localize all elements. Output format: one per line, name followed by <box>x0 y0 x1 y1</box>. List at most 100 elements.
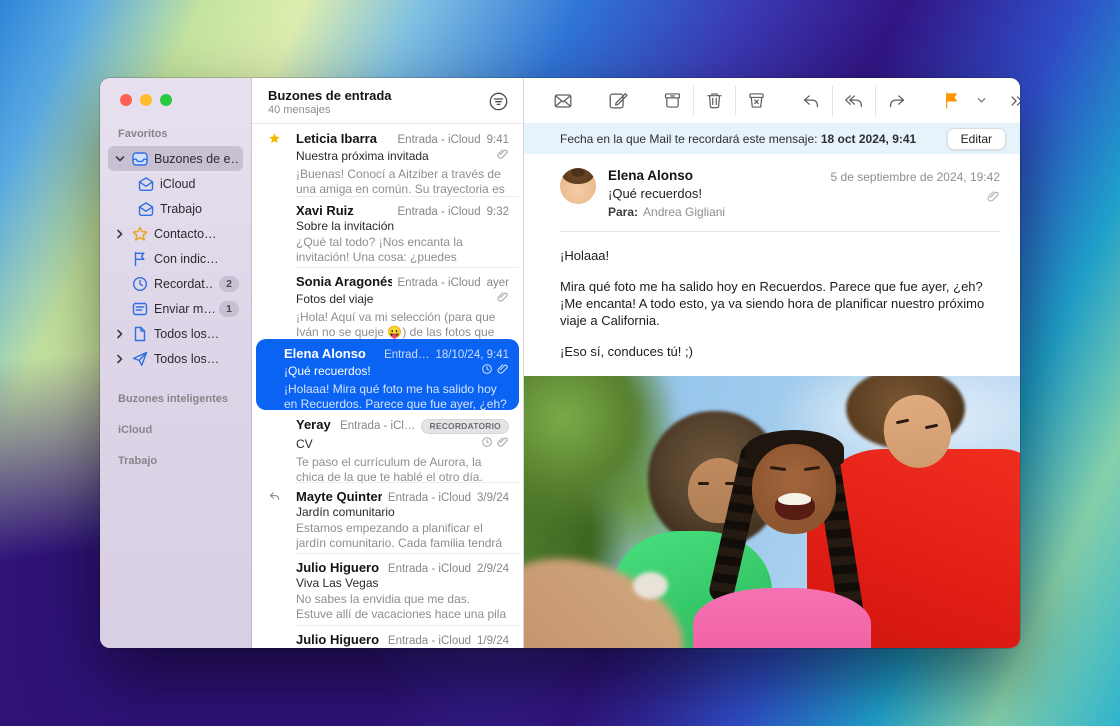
sidebar-item-label: Todos los… <box>154 352 239 366</box>
mailbox-label: Entrada - iCloud <box>388 492 471 504</box>
sidebar-item-label: iCloud <box>160 177 239 191</box>
sidebar-item-inboxes[interactable]: Buzones de e… <box>108 146 243 171</box>
sidebar-item-label: Buzones de e… <box>154 152 239 166</box>
reminder-date: 18 oct 2024, 9:41 <box>821 132 916 146</box>
close-window-button[interactable] <box>120 94 132 106</box>
chevron-right-icon[interactable] <box>114 354 125 364</box>
chevron-right-icon[interactable] <box>114 329 125 339</box>
message-subject: Fotos del viaje <box>296 292 493 306</box>
sidebar-item-label: Recordat… <box>154 277 214 291</box>
icloud-section-header[interactable]: iCloud <box>100 424 251 438</box>
photo-attachment[interactable] <box>524 376 1020 648</box>
compose-button[interactable] <box>597 86 639 116</box>
trash-button[interactable] <box>693 86 735 115</box>
sidebar-item-work-inbox[interactable]: Trabajo <box>108 196 243 221</box>
junk-button[interactable] <box>735 86 777 115</box>
paperclip-icon[interactable] <box>831 190 1000 203</box>
message-count: 40 mensajes <box>268 104 488 116</box>
send-later-icon <box>130 300 149 318</box>
envelope-open-icon <box>136 200 155 218</box>
sidebar-item-send-later[interactable]: Enviar m… 1 <box>108 296 243 321</box>
paperclip-icon <box>497 362 509 380</box>
smart-mailboxes-header[interactable]: Buzones inteligentes <box>100 393 251 407</box>
sidebar-item-all-sent[interactable]: Todos los… <box>108 346 243 371</box>
sender-name: Julio Higuero <box>296 632 382 647</box>
message-preview: ¡Holaaa! Mira qué foto me ha salido hoy … <box>284 382 509 412</box>
reply-button[interactable] <box>790 86 832 116</box>
flag-menu-button[interactable] <box>972 91 991 110</box>
body-paragraph: Mira qué foto me ha salido hoy en Recuer… <box>560 278 990 329</box>
reply-icon <box>800 90 822 112</box>
star-icon <box>130 225 149 243</box>
message-row[interactable]: Mayte Quintero Entrada - iCloud 3/9/24 J… <box>252 482 523 554</box>
paper-plane-icon <box>130 350 149 368</box>
message-row[interactable]: Julio Higuero Entrada - iCloud 1/9/24 <box>252 625 523 649</box>
message-sender: Elena Alonso <box>608 168 819 183</box>
sender-name: Julio Higuero <box>296 560 382 575</box>
sender-name: Sonia Aragonés <box>296 274 392 289</box>
toolbar <box>524 78 1020 123</box>
edit-reminder-button[interactable]: Editar <box>947 128 1006 150</box>
archive-button[interactable] <box>652 86 693 115</box>
minimize-window-button[interactable] <box>140 94 152 106</box>
message-date: 9:32 <box>487 206 509 218</box>
forward-icon <box>886 90 908 112</box>
chevron-down-icon[interactable] <box>114 154 125 164</box>
paperclip-icon <box>497 147 509 165</box>
message-rows: Leticia Ibarra Entrada - iCloud 9:41 Nue… <box>252 124 523 648</box>
message-row-selected[interactable]: Elena Alonso Entrad… 18/10/24, 9:41 ¡Qué… <box>256 339 519 411</box>
sidebar-item-contacts[interactable]: Contacto… <box>108 221 243 246</box>
chevron-right-icon[interactable] <box>114 229 125 239</box>
flag-icon <box>941 90 962 111</box>
sender-name: Yeray Martín <box>296 417 334 432</box>
mailbox-label: Entrada - iCloud <box>398 277 481 289</box>
mailbox-label: Entrada - iCloud <box>388 635 471 647</box>
paperclip-icon <box>497 290 509 308</box>
message-date: 2/9/24 <box>477 563 509 575</box>
trash-icon <box>704 90 725 111</box>
sidebar-item-reminders[interactable]: Recordat… 2 <box>108 271 243 296</box>
message-preview: Te paso el currículum de Aurora, la chic… <box>296 455 509 485</box>
envelope-open-icon <box>136 175 155 193</box>
compose-icon <box>607 90 629 112</box>
message-subject: ¡Qué recuerdos! <box>608 186 819 201</box>
document-icon <box>130 325 149 343</box>
list-header: Buzones de entrada 40 mensajes <box>252 78 523 124</box>
message-row[interactable]: Yeray Martín Entrada - iCl… RECORDATORIO… <box>252 410 523 482</box>
sidebar-item-label: Trabajo <box>160 202 239 216</box>
work-section-header[interactable]: Trabajo <box>100 455 251 469</box>
flag-button[interactable] <box>931 86 972 115</box>
sender-name: Leticia Ibarra <box>296 131 392 146</box>
favorites-header: Favoritos <box>100 128 251 142</box>
reply-all-icon <box>843 90 865 112</box>
mail-window: Favoritos Buzones de e… iCloud <box>100 78 1020 648</box>
message-preview: Estamos empezando a planificar el jardín… <box>296 521 509 551</box>
reply-all-button[interactable] <box>832 86 875 116</box>
sidebar-item-all-drafts[interactable]: Todos los… <box>108 321 243 346</box>
message-row[interactable]: Xavi Ruiz Entrada - iCloud 9:32 Sobre la… <box>252 196 523 268</box>
forward-button[interactable] <box>875 86 918 116</box>
unread-count-badge: 1 <box>219 301 239 317</box>
sidebar-item-icloud-inbox[interactable]: iCloud <box>108 171 243 196</box>
chevron-down-icon <box>976 95 987 106</box>
body-paragraph: ¡Holaaa! <box>560 247 990 264</box>
message-row[interactable]: Leticia Ibarra Entrada - iCloud 9:41 Nue… <box>252 124 523 196</box>
more-toolbar-items-button[interactable] <box>1004 88 1020 114</box>
mark-unread-button[interactable] <box>542 86 584 116</box>
sidebar-item-label: Contacto… <box>154 227 239 241</box>
zoom-window-button[interactable] <box>160 94 172 106</box>
message-row[interactable]: Sonia Aragonés Entrada - iCloud ayer Fot… <box>252 267 523 339</box>
double-chevron-icon <box>1008 92 1020 110</box>
filter-icon[interactable] <box>488 91 509 112</box>
archive-icon <box>662 90 683 111</box>
sidebar-item-flagged[interactable]: Con indic… <box>108 246 243 271</box>
inbox-tray-icon <box>130 150 149 168</box>
sender-avatar[interactable] <box>560 168 596 204</box>
mailbox-label: Entrada - iCloud <box>388 563 471 575</box>
message-row[interactable]: Julio Higuero Entrada - iCloud 2/9/24 Vi… <box>252 553 523 625</box>
message-date: 3/9/24 <box>477 492 509 504</box>
message-list-pane: Buzones de entrada 40 mensajes Leticia I… <box>252 78 524 648</box>
recipient-name[interactable]: Andrea Gigliani <box>643 205 725 219</box>
message-subject: Viva Las Vegas <box>296 576 509 590</box>
message-header: Elena Alonso ¡Qué recuerdos! Para:Andrea… <box>524 154 1020 231</box>
